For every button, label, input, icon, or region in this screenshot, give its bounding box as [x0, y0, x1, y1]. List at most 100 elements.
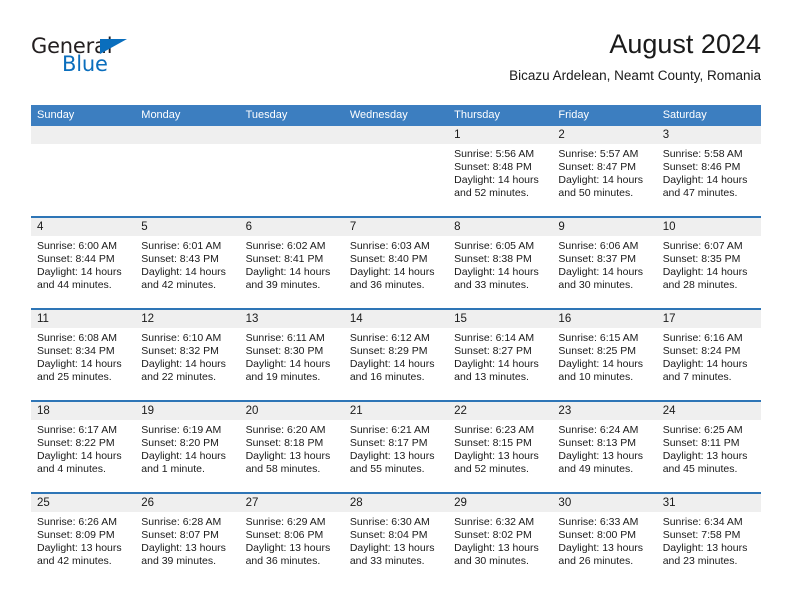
week-detail-band: Sunrise: 6:26 AM Sunset: 8:09 PM Daylight:… [31, 512, 761, 584]
day-detail-line: and 33 minutes. [349, 555, 425, 567]
day-detail-line: and 58 minutes. [245, 463, 321, 475]
day-cell[interactable]: Sunrise: 6:01 AM Sunset: 8:43 PM Daylight:… [135, 236, 239, 308]
day-number[interactable]: 8 [448, 218, 552, 236]
day-number[interactable]: 30 [552, 494, 656, 512]
day-number[interactable]: 22 [448, 402, 552, 420]
day-detail-line: Daylight: 14 hours [349, 358, 435, 370]
day-cell[interactable]: Sunrise: 6:05 AM Sunset: 8:38 PM Daylight:… [448, 236, 552, 308]
day-cell-empty [135, 144, 239, 216]
day-detail-line: and 13 minutes. [454, 371, 529, 383]
day-detail-line: Sunrise: 5:58 AM [662, 148, 743, 160]
day-cell[interactable]: Sunrise: 6:20 AM Sunset: 8:18 PM Daylight:… [240, 420, 344, 492]
day-number[interactable]: 25 [31, 494, 135, 512]
day-number[interactable]: 13 [240, 310, 344, 328]
day-detail-line: Sunset: 8:22 PM [37, 437, 115, 449]
day-cell[interactable]: Sunrise: 6:00 AM Sunset: 8:44 PM Daylight:… [31, 236, 135, 308]
day-detail-line: Sunrise: 6:03 AM [349, 240, 430, 252]
day-cell[interactable]: Sunrise: 6:32 AM Sunset: 8:02 PM Daylight:… [448, 512, 552, 584]
day-detail-line: Sunset: 8:06 PM [245, 529, 324, 541]
day-detail-line: Daylight: 14 hours [37, 358, 122, 370]
day-number[interactable]: 7 [344, 218, 448, 236]
day-detail-line: and 16 minutes. [349, 371, 425, 383]
day-cell[interactable]: Sunrise: 6:29 AM Sunset: 8:06 PM Daylight:… [240, 512, 344, 584]
day-detail-line: Daylight: 13 hours [245, 542, 331, 554]
day-cell[interactable]: Sunrise: 5:56 AM Sunset: 8:48 PM Daylight:… [448, 144, 552, 216]
day-cell[interactable]: Sunrise: 6:15 AM Sunset: 8:25 PM Daylight:… [552, 328, 656, 400]
weekday-header-monday: Monday [141, 109, 181, 121]
day-cell[interactable]: Sunrise: 6:17 AM Sunset: 8:22 PM Daylight:… [31, 420, 135, 492]
day-cell[interactable]: Sunrise: 6:33 AM Sunset: 8:00 PM Daylight:… [552, 512, 656, 584]
day-number[interactable]: 5 [135, 218, 239, 236]
day-cell[interactable]: Sunrise: 6:11 AM Sunset: 8:30 PM Daylight:… [240, 328, 344, 400]
day-number[interactable]: 31 [657, 494, 761, 512]
day-number[interactable]: 10 [657, 218, 761, 236]
day-number[interactable]: 16 [552, 310, 656, 328]
calendar-week-row: 1 2 3 Sunrise: 5:56 AM Sunset: 8:48 PM Daylig… [31, 126, 761, 216]
day-number[interactable]: 20 [240, 402, 344, 420]
day-number[interactable]: 17 [657, 310, 761, 328]
day-cell[interactable]: Sunrise: 6:23 AM Sunset: 8:15 PM Daylight:… [448, 420, 552, 492]
day-cell[interactable]: Sunrise: 6:07 AM Sunset: 8:35 PM Daylight:… [657, 236, 761, 308]
day-detail-line: Sunset: 8:40 PM [349, 253, 428, 265]
day-number[interactable]: 21 [344, 402, 448, 420]
day-number[interactable]: 18 [31, 402, 135, 420]
day-detail-line: Sunrise: 6:20 AM [245, 424, 326, 436]
day-detail-line: Sunset: 8:11 PM [662, 437, 740, 449]
day-cell[interactable]: Sunrise: 6:08 AM Sunset: 8:34 PM Daylight:… [31, 328, 135, 400]
day-detail-line: Sunrise: 6:06 AM [558, 240, 639, 252]
day-cell[interactable]: Sunrise: 6:19 AM Sunset: 8:20 PM Daylight:… [135, 420, 239, 492]
day-cell[interactable]: Sunrise: 6:02 AM Sunset: 8:41 PM Daylight:… [240, 236, 344, 308]
day-detail-line: Sunrise: 6:34 AM [662, 516, 743, 528]
day-cell[interactable]: Sunrise: 6:06 AM Sunset: 8:37 PM Daylight:… [552, 236, 656, 308]
day-number[interactable]: 15 [448, 310, 552, 328]
day-number[interactable]: 4 [31, 218, 135, 236]
day-number[interactable]: 14 [344, 310, 448, 328]
weekday-header-wednesday: Wednesday [349, 109, 408, 121]
day-number[interactable]: 9 [552, 218, 656, 236]
day-number[interactable]: 11 [31, 310, 135, 328]
day-detail-line: Daylight: 14 hours [141, 450, 226, 462]
day-cell[interactable]: Sunrise: 6:34 AM Sunset: 7:58 PM Daylight:… [657, 512, 761, 584]
day-number[interactable]: 3 [657, 126, 761, 144]
day-detail-line: Daylight: 13 hours [558, 450, 644, 462]
day-number[interactable]: 1 [448, 126, 552, 144]
day-detail-line: and 52 minutes. [454, 463, 529, 475]
general-blue-logo[interactable]: General Blue [31, 36, 211, 88]
day-number[interactable]: 29 [448, 494, 552, 512]
day-cell[interactable]: Sunrise: 6:25 AM Sunset: 8:11 PM Daylight:… [657, 420, 761, 492]
day-number[interactable]: 26 [135, 494, 239, 512]
day-cell[interactable]: Sunrise: 6:28 AM Sunset: 8:07 PM Daylight:… [135, 512, 239, 584]
week-daynumber-band: 4 5 6 7 8 9 10 [31, 218, 761, 236]
day-cell[interactable]: Sunrise: 6:16 AM Sunset: 8:24 PM Daylight:… [657, 328, 761, 400]
day-number[interactable]: 24 [657, 402, 761, 420]
day-detail-line: Sunset: 8:27 PM [454, 345, 532, 357]
day-detail-line: and 22 minutes. [141, 371, 216, 383]
day-number[interactable]: 19 [135, 402, 239, 420]
day-cell[interactable]: Sunrise: 6:21 AM Sunset: 8:17 PM Daylight:… [344, 420, 448, 492]
day-detail-line: Sunset: 8:44 PM [37, 253, 115, 265]
week-detail-band: Sunrise: 6:00 AM Sunset: 8:44 PM Daylight:… [31, 236, 761, 308]
day-detail-line: Sunset: 8:20 PM [141, 437, 219, 449]
day-number[interactable]: 27 [240, 494, 344, 512]
day-cell[interactable]: Sunrise: 6:03 AM Sunset: 8:40 PM Daylight:… [344, 236, 448, 308]
day-number[interactable]: 2 [552, 126, 656, 144]
day-detail-line: Sunset: 8:35 PM [662, 253, 741, 265]
day-number[interactable]: 12 [135, 310, 239, 328]
day-cell[interactable]: Sunrise: 6:12 AM Sunset: 8:29 PM Daylight:… [344, 328, 448, 400]
day-detail-line: Sunrise: 6:01 AM [141, 240, 222, 252]
day-detail-line: Sunset: 8:18 PM [245, 437, 324, 449]
day-number[interactable]: 28 [344, 494, 448, 512]
day-detail-line: Sunset: 8:37 PM [558, 253, 637, 265]
day-cell[interactable]: Sunrise: 6:26 AM Sunset: 8:09 PM Daylight:… [31, 512, 135, 584]
day-cell[interactable]: Sunrise: 5:58 AM Sunset: 8:46 PM Daylight:… [657, 144, 761, 216]
day-cell[interactable]: Sunrise: 6:10 AM Sunset: 8:32 PM Daylight:… [135, 328, 239, 400]
day-number[interactable]: 23 [552, 402, 656, 420]
day-detail-line: and 50 minutes. [558, 187, 634, 199]
day-number[interactable]: 6 [240, 218, 344, 236]
day-cell[interactable]: Sunrise: 6:30 AM Sunset: 8:04 PM Daylight:… [344, 512, 448, 584]
day-cell[interactable]: Sunrise: 6:14 AM Sunset: 8:27 PM Daylight:… [448, 328, 552, 400]
day-cell[interactable]: Sunrise: 5:57 AM Sunset: 8:47 PM Daylight:… [552, 144, 656, 216]
week-detail-band: Sunrise: 5:56 AM Sunset: 8:48 PM Daylight:… [31, 144, 761, 216]
day-cell-empty [31, 144, 135, 216]
day-cell[interactable]: Sunrise: 6:24 AM Sunset: 8:13 PM Daylight:… [552, 420, 656, 492]
